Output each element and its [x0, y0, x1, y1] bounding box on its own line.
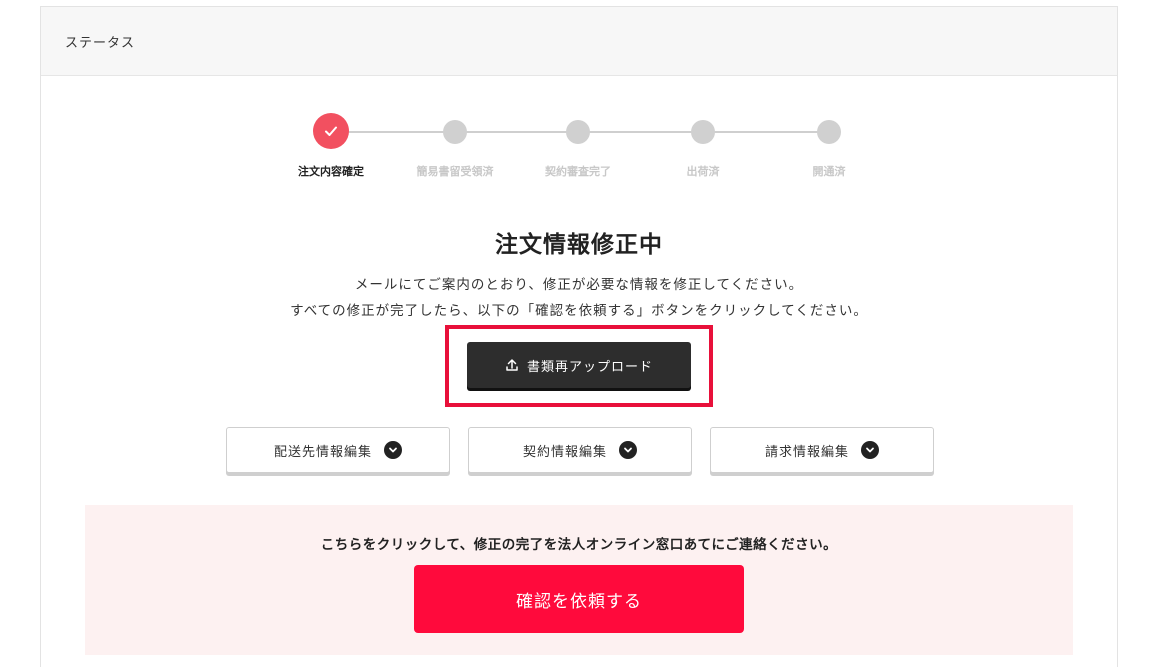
notice-text: こちらをクリックして、修正の完了を法人オンライン窓口あてにご連絡ください。	[320, 537, 838, 553]
progress-stepper: 注文内容確定 簡易書留受領済 契約審査完了 出荷済 開通済	[41, 7, 1117, 207]
step-4-dot	[691, 120, 715, 144]
description-line-1: メールにてご案内のとおり、修正が必要な情報を修正してください。	[354, 277, 804, 293]
chevron-down-icon	[861, 441, 879, 459]
step-1-check-icon	[313, 113, 349, 149]
upload-icon	[505, 358, 519, 372]
step-2-dot	[443, 120, 467, 144]
reupload-documents-button[interactable]: 書類再アップロード	[467, 342, 691, 388]
chevron-down-icon	[619, 441, 637, 459]
edit-contract-info-button[interactable]: 契約情報編集	[468, 427, 692, 473]
edit-billing-info-button[interactable]: 請求情報編集	[710, 427, 934, 473]
completion-notice-panel: こちらをクリックして、修正の完了を法人オンライン窓口あてにご連絡ください。 確認…	[85, 505, 1073, 655]
edit-contract-label: 契約情報編集	[522, 444, 607, 460]
step-1-label: 注文内容確定	[298, 165, 364, 178]
description-line-2: すべての修正が完了したら、以下の「確認を依頼する」ボタンをクリックしてください。	[290, 303, 868, 319]
edit-billing-label: 請求情報編集	[764, 444, 849, 460]
step-3-label: 契約審査完了	[545, 165, 611, 178]
edit-shipping-label: 配送先情報編集	[273, 444, 372, 460]
step-5-label: 開通済	[812, 165, 846, 178]
step-3-dot	[566, 120, 590, 144]
edit-shipping-info-button[interactable]: 配送先情報編集	[226, 427, 450, 473]
reupload-label: 書類再アップロード	[526, 359, 653, 375]
request-confirmation-button[interactable]: 確認を依頼する	[414, 565, 744, 633]
step-5-dot	[817, 120, 841, 144]
step-2-label: 簡易書留受領済	[416, 165, 494, 178]
page-title: 注文情報修正中	[495, 232, 663, 258]
chevron-down-icon	[384, 441, 402, 459]
step-4-label: 出荷済	[686, 165, 720, 178]
status-card: ステータス 注文内容確定 簡易書留受領済 契約審査完了 出荷済 開通済 注文情報…	[40, 6, 1118, 667]
